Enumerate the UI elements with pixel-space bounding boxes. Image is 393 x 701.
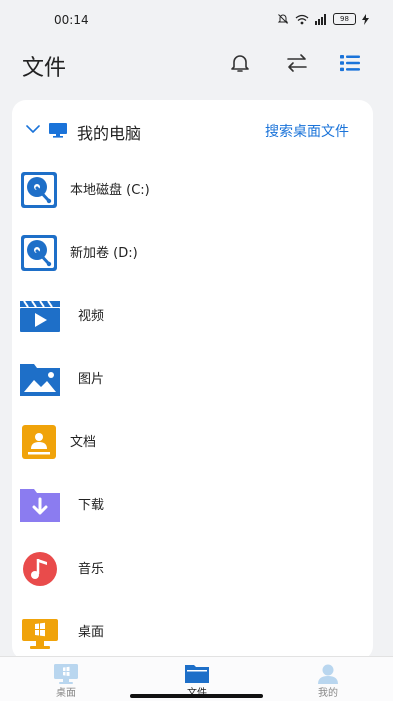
video-icon	[20, 300, 60, 332]
item-label: 桌面	[78, 625, 105, 640]
drive-icon	[21, 172, 57, 208]
list-view-button[interactable]	[338, 51, 362, 75]
list-item-drive-d[interactable]: 新加卷 (D:)	[12, 225, 373, 279]
nav-tab-profile[interactable]: 我的	[288, 657, 368, 701]
status-bar: 00:14 98	[0, 0, 393, 40]
nav-tab-desktop[interactable]: 桌面	[26, 657, 106, 701]
page-title: 文件	[22, 56, 67, 81]
signal-icon	[315, 13, 326, 25]
bell-icon	[231, 55, 249, 72]
my-computer-section-header[interactable]: 我的电脑 搜索桌面文件	[12, 112, 373, 148]
item-label: 新加卷 (D:)	[70, 246, 138, 261]
desktop-icon	[22, 619, 58, 649]
wifi-icon	[295, 14, 309, 24]
item-label: 文档	[70, 435, 97, 450]
user-icon	[318, 664, 338, 684]
image-icon	[20, 364, 60, 396]
monitor-icon	[49, 123, 67, 138]
document-icon	[22, 425, 56, 459]
chevron-down-icon[interactable]	[26, 124, 40, 134]
list-item-desktop[interactable]: 桌面	[12, 604, 373, 658]
folder-icon	[185, 665, 209, 683]
download-folder-icon	[20, 489, 60, 522]
item-label: 图片	[78, 372, 105, 387]
swap-arrows-icon	[287, 54, 307, 72]
item-label: 音乐	[78, 562, 105, 577]
status-icons: 98	[277, 13, 369, 25]
section-title: 我的电脑	[77, 124, 142, 143]
status-time: 00:14	[54, 13, 89, 27]
transfer-button[interactable]	[285, 51, 309, 75]
desktop-icon	[54, 664, 78, 684]
list-item-downloads[interactable]: 下载	[12, 477, 373, 531]
list-item-video[interactable]: 视频	[12, 288, 373, 342]
nav-label: 桌面	[56, 688, 76, 699]
charging-icon	[362, 13, 369, 25]
item-label: 本地磁盘 (C:)	[70, 183, 150, 198]
list-item-music[interactable]: 音乐	[12, 541, 373, 595]
list-item-images[interactable]: 图片	[12, 351, 373, 405]
notification-button[interactable]	[228, 51, 252, 75]
item-label: 下载	[78, 498, 105, 513]
mute-bell-icon	[277, 14, 289, 24]
drive-icon	[21, 235, 57, 271]
item-label: 视频	[78, 309, 105, 324]
home-indicator	[130, 694, 263, 698]
list-icon	[340, 55, 360, 72]
nav-label: 我的	[318, 688, 338, 699]
list-item-drive-c[interactable]: 本地磁盘 (C:)	[12, 162, 373, 216]
music-icon	[23, 552, 57, 586]
search-desktop-files-link[interactable]: 搜索桌面文件	[265, 121, 349, 141]
battery-icon: 98	[333, 13, 356, 25]
file-card: 我的电脑 搜索桌面文件 本地磁盘 (C:) 新加卷 (D:) 视频 图片 文档 …	[12, 100, 373, 660]
list-item-documents[interactable]: 文档	[12, 414, 373, 468]
